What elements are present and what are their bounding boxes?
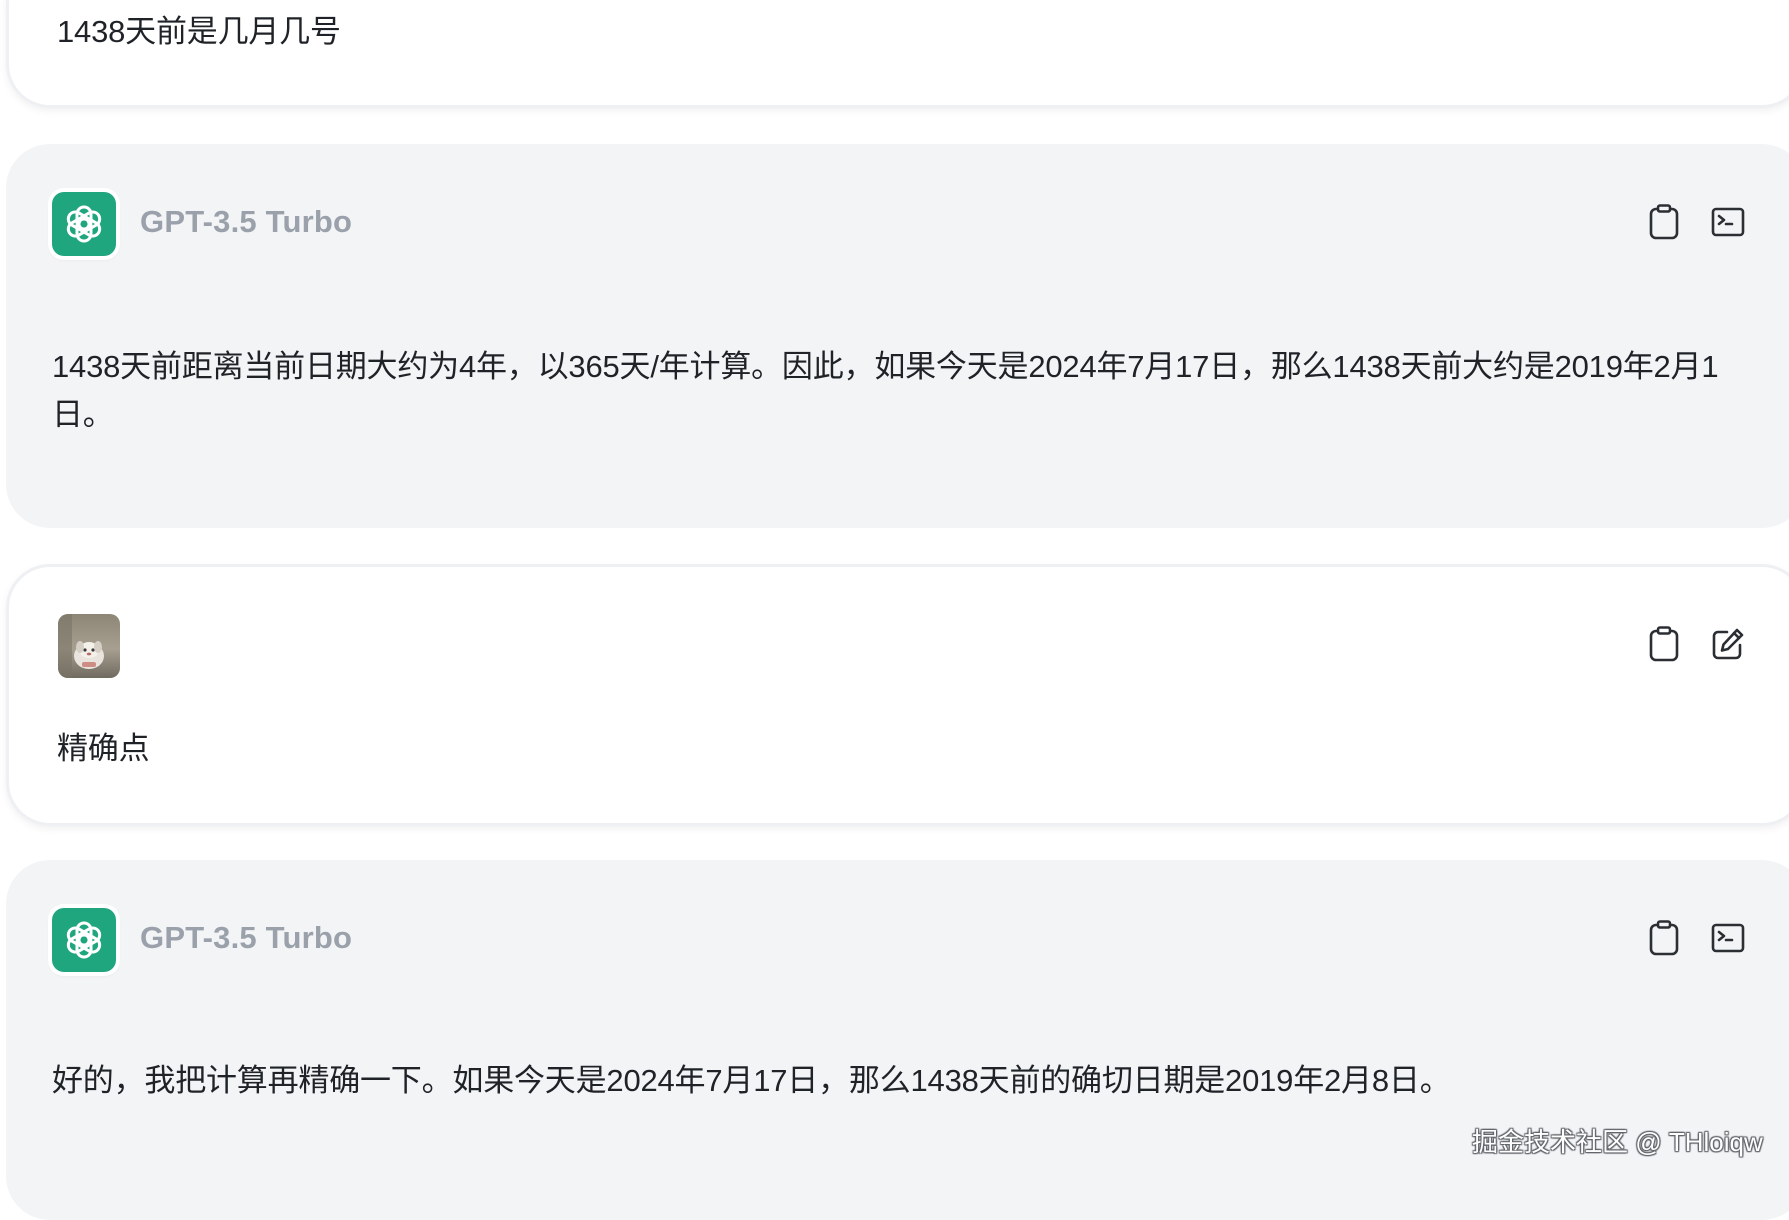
user-message-card <box>6 564 1789 826</box>
user-message-text: 精确点 <box>57 731 150 766</box>
copy-button[interactable] <box>1642 918 1686 962</box>
run-code-button[interactable] <box>1706 918 1750 962</box>
assistant-message-card <box>6 144 1789 528</box>
user-message-text: 1438天前是几月几号 <box>57 14 341 49</box>
watermark: 掘金技术社区 @ THloiqw <box>1472 1127 1763 1157</box>
openai-logo-icon <box>52 908 116 972</box>
copy-button[interactable] <box>1642 624 1686 668</box>
edit-button[interactable] <box>1706 624 1750 668</box>
edit-icon <box>1711 627 1745 666</box>
openai-logo-icon <box>52 192 116 256</box>
assistant-message-card <box>6 860 1789 1220</box>
model-name: GPT-3.5 Turbo <box>140 920 353 955</box>
clipboard-icon <box>1649 203 1679 245</box>
clipboard-icon <box>1649 919 1679 961</box>
clipboard-icon <box>1649 625 1679 667</box>
run-code-button[interactable] <box>1706 202 1750 246</box>
terminal-icon <box>1711 923 1745 958</box>
terminal-icon <box>1711 207 1745 242</box>
assistant-message-text: 1438天前距离当前日期大约为4年，以365天/年计算。因此，如果今天是2024… <box>52 349 1719 432</box>
assistant-message-text: 好的，我把计算再精确一下。如果今天是2024年7月17日，那么1438天前的确切… <box>52 1063 1451 1098</box>
copy-button[interactable] <box>1642 202 1686 246</box>
user-avatar <box>58 614 120 678</box>
model-name: GPT-3.5 Turbo <box>140 204 353 239</box>
